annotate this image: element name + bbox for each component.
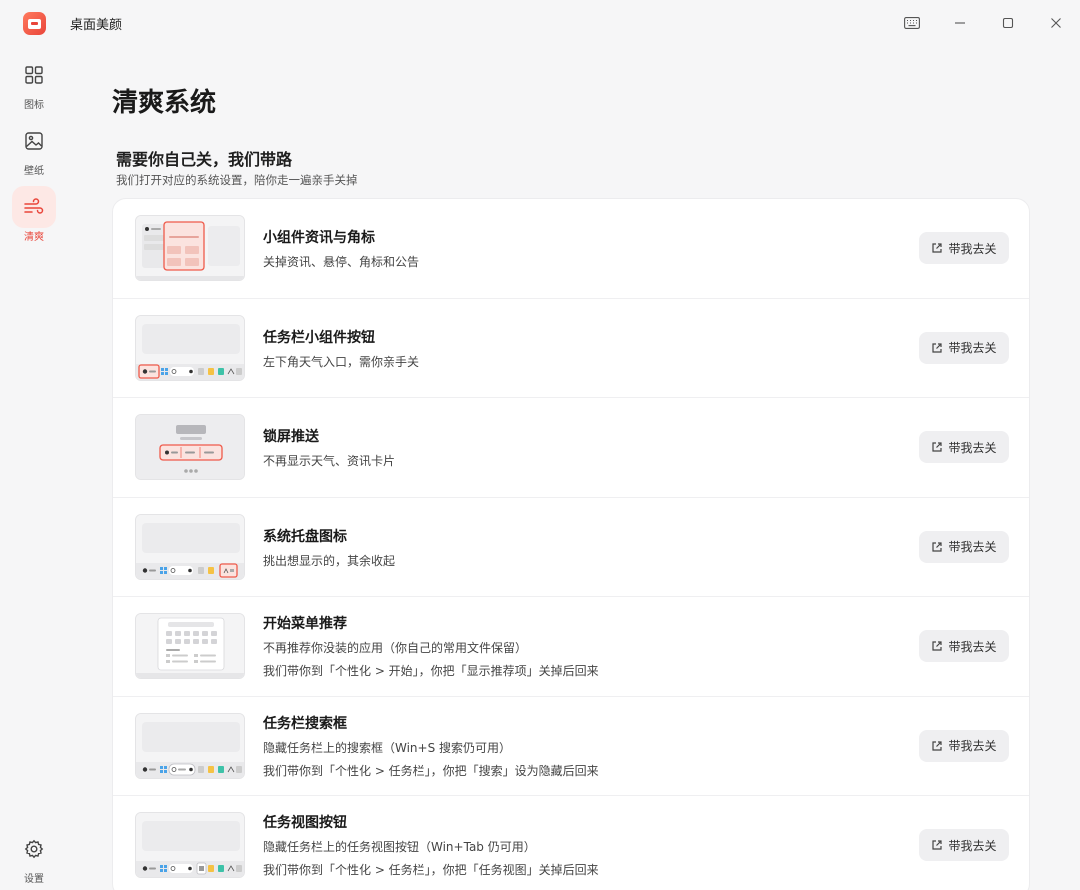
gear-icon xyxy=(24,839,44,859)
button-label: 带我去关 xyxy=(948,540,997,554)
button-label: 带我去关 xyxy=(948,241,997,256)
sidebar-item-clean[interactable]: 清爽 xyxy=(12,186,56,244)
external-link-icon xyxy=(932,740,943,751)
main-content: 清爽系统 需要你自己关，我们带路 我们打开对应的系统设置，陪你走一遍亲手关掉 小… xyxy=(68,46,1080,890)
taskbar-widgets-thumbnail xyxy=(135,314,245,381)
sidebar: 图标 壁纸 清爽 设置 xyxy=(0,46,68,890)
task-view-thumbnail xyxy=(135,812,245,878)
minimize-icon xyxy=(955,22,965,24)
list-item: 锁屏推送 不再显示天气、资讯卡片 带我去关 xyxy=(113,398,1029,498)
section-title: 需要你自己关，我们带路 xyxy=(116,150,293,169)
start-menu-thumbnail xyxy=(135,613,245,679)
lock-screen-thumbnail xyxy=(135,414,245,480)
button-label: 带我去关 xyxy=(948,739,997,753)
row-instruction: 我们带你到「个性化 > 任务栏」，你把「搜索」设为隐藏后回来 xyxy=(263,763,599,778)
button-label: 带我去关 xyxy=(948,440,997,455)
keyboard-icon xyxy=(904,17,920,29)
sidebar-item-settings[interactable]: 设置 xyxy=(12,828,56,886)
taskbar-search-thumbnail xyxy=(135,712,245,779)
take-me-button[interactable]: 带我去关 xyxy=(919,630,1009,662)
take-me-button[interactable]: 带我去关 xyxy=(919,232,1009,264)
system-tray-thumbnail xyxy=(135,513,245,580)
keyboard-button[interactable] xyxy=(888,0,936,46)
title-bar: 桌面美颜 xyxy=(0,0,1080,46)
row-description: 不再显示天气、资讯卡片 xyxy=(263,454,396,468)
settings-card: 小组件资讯与角标 关掉资讯、悬停、角标和公告 带我去关 任务栏小组件按钮 左下角… xyxy=(112,198,1030,890)
widgets-thumbnail xyxy=(135,215,245,281)
button-label: 带我去关 xyxy=(948,838,997,853)
external-link-icon xyxy=(932,442,943,452)
minimize-button[interactable] xyxy=(936,0,984,46)
row-description: 不再推荐你没装的应用（你自己的常用文件保留） xyxy=(263,641,528,655)
sidebar-item-label: 清爽 xyxy=(24,232,44,243)
row-title: 开始菜单推荐 xyxy=(263,616,347,632)
sidebar-item-wallpaper[interactable]: 壁纸 xyxy=(12,120,56,178)
app-logo-icon xyxy=(23,12,46,35)
list-item: 任务视图按钮 隐藏任务栏上的任务视图按钮（Win+Tab 仍可用） 我们带你到「… xyxy=(113,796,1029,890)
list-item: 小组件资讯与角标 关掉资讯、悬停、角标和公告 带我去关 xyxy=(113,199,1029,299)
window-controls xyxy=(888,0,1080,46)
external-link-icon xyxy=(932,541,943,552)
take-me-button[interactable]: 带我去关 xyxy=(919,829,1009,861)
external-link-icon xyxy=(932,243,943,253)
page-title: 清爽系统 xyxy=(112,88,217,118)
app-title: 桌面美颜 xyxy=(70,18,123,33)
sidebar-item-label: 图标 xyxy=(24,100,44,111)
sidebar-item-icons[interactable]: 图标 xyxy=(12,54,56,112)
section-subtitle: 我们打开对应的系统设置，陪你走一遍亲手关掉 xyxy=(116,173,358,187)
row-title: 任务栏小组件按钮 xyxy=(263,329,375,346)
maximize-icon xyxy=(1002,17,1014,29)
close-button[interactable] xyxy=(1032,0,1080,46)
external-link-icon xyxy=(932,342,943,353)
grid-icon xyxy=(25,66,43,84)
list-item: 系统托盘图标 挑出想显示的，其余收起 带我去关 xyxy=(113,498,1029,597)
row-title: 小组件资讯与角标 xyxy=(263,230,375,246)
take-me-button[interactable]: 带我去关 xyxy=(919,729,1009,762)
maximize-button[interactable] xyxy=(984,0,1032,46)
row-instruction: 我们带你到「个性化 > 任务栏」，你把「任务视图」关掉后回来 xyxy=(263,863,599,877)
row-description: 隐藏任务栏上的任务视图按钮（Win+Tab 仍可用） xyxy=(263,840,536,854)
wind-icon xyxy=(24,198,44,214)
sidebar-item-label: 设置 xyxy=(24,874,44,885)
external-link-icon xyxy=(932,840,943,850)
button-label: 带我去关 xyxy=(948,639,997,654)
row-description: 挑出想显示的，其余收起 xyxy=(263,553,396,568)
row-title: 系统托盘图标 xyxy=(263,528,347,545)
row-description: 左下角天气入口，需你亲手关 xyxy=(263,354,420,369)
row-description: 关掉资讯、悬停、角标和公告 xyxy=(263,255,420,269)
row-title: 任务栏搜索框 xyxy=(263,715,347,732)
row-title: 任务视图按钮 xyxy=(263,815,347,831)
button-label: 带我去关 xyxy=(948,341,997,355)
take-me-button[interactable]: 带我去关 xyxy=(919,331,1009,364)
row-description: 隐藏任务栏上的搜索框（Win+S 搜索仍可用） xyxy=(263,740,512,755)
external-link-icon xyxy=(932,641,943,651)
take-me-button[interactable]: 带我去关 xyxy=(919,530,1009,563)
list-item: 任务栏小组件按钮 左下角天气入口，需你亲手关 带我去关 xyxy=(113,299,1029,398)
row-instruction: 我们带你到「个性化 > 开始」，你把「显示推荐项」关掉后回来 xyxy=(263,664,599,678)
list-item: 任务栏搜索框 隐藏任务栏上的搜索框（Win+S 搜索仍可用） 我们带你到「个性化… xyxy=(113,697,1029,796)
sidebar-item-label: 壁纸 xyxy=(24,166,44,177)
row-title: 锁屏推送 xyxy=(263,429,319,445)
close-icon xyxy=(1051,18,1061,28)
take-me-button[interactable]: 带我去关 xyxy=(919,431,1009,463)
image-icon xyxy=(25,132,43,150)
list-item: 开始菜单推荐 不再推荐你没装的应用（你自己的常用文件保留） 我们带你到「个性化 … xyxy=(113,597,1029,697)
